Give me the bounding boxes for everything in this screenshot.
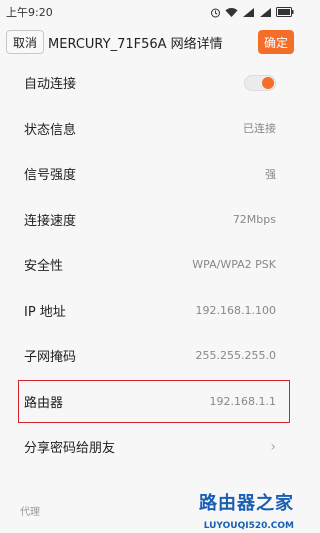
status-bar: 上午9:20 — [0, 0, 300, 24]
settings-list: 自动连接 状态信息 已连接 信号强度 强 连接速度 72Mbps 安全性 WPA… — [0, 60, 300, 470]
row-label: 状态信息 — [24, 122, 77, 138]
row-link-speed: 连接速度 72Mbps — [0, 197, 300, 243]
row-label: 分享密码给朋友 — [24, 441, 116, 457]
status-time: 上午9:20 — [6, 6, 53, 19]
cancel-button[interactable]: 取消 — [6, 30, 45, 54]
row-value: WPA/WPA2 PSK — [192, 258, 276, 272]
row-auto-connect[interactable]: 自动连接 — [0, 60, 300, 106]
row-label: IP 地址 — [24, 304, 66, 320]
row-label: 信号强度 — [24, 168, 77, 184]
signal-icon — [242, 7, 255, 18]
row-label: 连接速度 — [24, 213, 77, 229]
toggle-knob — [262, 76, 274, 89]
row-label: 安全性 — [24, 259, 64, 275]
row-share-password[interactable]: 分享密码给朋友 › — [0, 424, 300, 470]
page-title: MERCURY_71F56A 网络详情 — [48, 36, 223, 52]
wifi-icon — [225, 7, 238, 18]
row-label: 路由器 — [24, 395, 64, 411]
network-details-screen: 上午9:20 取消 MERCURY_71F56A 网络详情 确定 自动连接 状态… — [0, 0, 300, 533]
row-label: 自动连接 — [24, 77, 77, 93]
row-value: 已连接 — [243, 122, 276, 136]
row-security: 安全性 WPA/WPA2 PSK — [0, 242, 300, 288]
auto-connect-toggle[interactable] — [244, 74, 276, 91]
signal-icon-2 — [259, 7, 272, 18]
watermark-url: LUYOUQI520.COM — [203, 521, 294, 531]
row-value: 192.168.1.100 — [195, 303, 276, 317]
section-label-proxy: 代理 — [20, 507, 40, 518]
row-status: 状态信息 已连接 — [0, 106, 300, 152]
row-label: 子网掩码 — [24, 350, 77, 366]
status-icons — [210, 7, 294, 18]
row-signal-strength: 信号强度 强 — [0, 151, 300, 197]
row-ip-address: IP 地址 192.168.1.100 — [0, 288, 300, 334]
row-subnet-mask: 子网掩码 255.255.255.0 — [0, 333, 300, 379]
alarm-icon — [210, 7, 221, 18]
battery-icon — [276, 7, 294, 17]
header-bar: 取消 MERCURY_71F56A 网络详情 确定 — [0, 24, 300, 60]
row-value: 强 — [265, 167, 276, 181]
row-value: 255.255.255.0 — [195, 349, 276, 363]
watermark-title: 路由器之家 — [199, 493, 294, 514]
row-router: 路由器 192.168.1.1 — [0, 379, 300, 425]
row-value: 192.168.1.1 — [209, 394, 276, 408]
confirm-button[interactable]: 确定 — [257, 30, 294, 54]
chevron-right-icon: › — [270, 438, 276, 455]
watermark: 路由器之家 LUYOUQI520.COM — [176, 489, 296, 531]
row-value: 72Mbps — [232, 212, 276, 226]
